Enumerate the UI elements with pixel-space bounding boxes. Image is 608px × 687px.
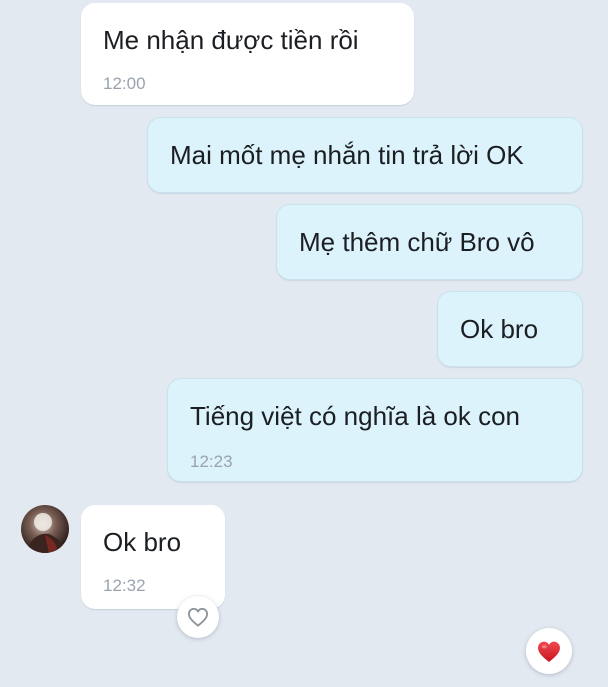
heart-outline-icon — [187, 607, 209, 627]
message-timestamp: 12:32 — [103, 576, 146, 595]
message-text: Mẹ thêm chữ Bro vô — [299, 227, 535, 257]
message-bubble-incoming[interactable]: Me nhận được tiền rồi 12:00 — [81, 3, 414, 105]
chat-thread: Me nhận được tiền rồi 12:00 Mai mốt mẹ n… — [0, 0, 608, 687]
message-text: Ok bro — [103, 527, 182, 557]
message-bubble-outgoing[interactable]: Mẹ thêm chữ Bro vô — [276, 204, 583, 280]
message-timestamp: 12:23 — [190, 452, 233, 471]
message-text: Me nhận được tiền rồi — [103, 25, 359, 55]
red-heart-icon — [536, 640, 562, 663]
add-reaction-button[interactable] — [177, 596, 219, 638]
heart-reaction-button[interactable] — [526, 628, 572, 674]
message-text: Tiếng việt có nghĩa là ok con — [190, 401, 521, 431]
message-text: Ok bro — [460, 314, 539, 344]
message-bubble-outgoing[interactable]: Mai mốt mẹ nhắn tin trả lời OK — [147, 117, 583, 193]
message-bubble-outgoing[interactable]: Ok bro — [437, 291, 583, 367]
message-bubble-incoming[interactable]: Ok bro 12:32 — [81, 505, 225, 609]
message-bubble-outgoing[interactable]: Tiếng việt có nghĩa là ok con 12:23 — [167, 378, 583, 482]
message-timestamp: 12:00 — [103, 74, 146, 93]
contact-avatar[interactable] — [21, 505, 69, 553]
message-text: Mai mốt mẹ nhắn tin trả lời OK — [170, 140, 524, 170]
